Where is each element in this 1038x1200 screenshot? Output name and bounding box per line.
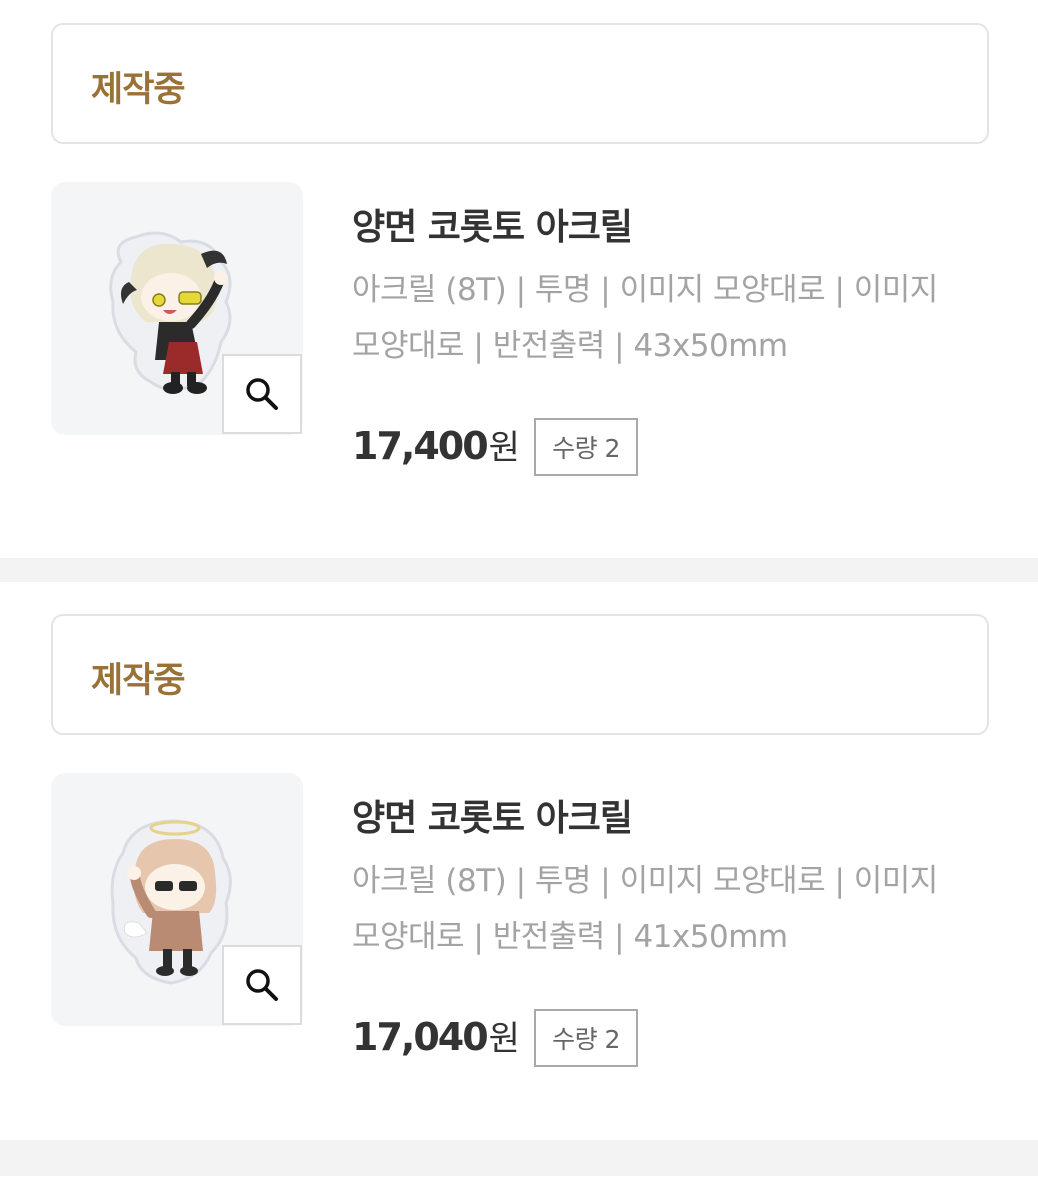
- status-box: 제작중: [51, 23, 989, 144]
- product-name[interactable]: 양면 코롯토 아크릴: [352, 198, 633, 250]
- status-box: 제작중: [51, 614, 989, 735]
- product-options: 아크릴 (8T) | 투명 | 이미지 모양대로 | 이미지 모양대로 | 반전…: [352, 863, 938, 955]
- quantity-badge: 수량 2: [534, 1009, 638, 1067]
- quantity-badge: 수량 2: [534, 418, 638, 476]
- product-name[interactable]: 양면 코롯토 아크릴: [352, 789, 633, 841]
- order-item: 제작중 양면 코롯토 아크릴 아크릴 (8T) | 투명 | 이미지 모양대로 …: [0, 582, 1038, 1140]
- price: 17,400원: [352, 420, 520, 469]
- section-divider: [0, 1140, 1038, 1176]
- section-divider: [0, 558, 1038, 582]
- product-options: 아크릴 (8T) | 투명 | 이미지 모양대로 | 이미지 모양대로 | 반전…: [352, 272, 938, 364]
- order-status: 제작중: [91, 661, 186, 701]
- price: 17,040원: [352, 1011, 520, 1060]
- order-item: 제작중 양면 코롯토 아크릴 아크릴 (8T) | 투명 | 이미지 모양대로 …: [0, 0, 1038, 558]
- zoom-button[interactable]: [222, 945, 302, 1025]
- price-value: 17,400: [352, 424, 489, 468]
- magnifier-icon: [246, 378, 278, 410]
- zoom-button[interactable]: [222, 354, 302, 434]
- order-status: 제작중: [91, 70, 186, 110]
- currency-unit: 원: [488, 1019, 520, 1059]
- price-value: 17,040: [352, 1015, 489, 1059]
- currency-unit: 원: [488, 428, 520, 468]
- magnifier-icon: [246, 969, 278, 1001]
